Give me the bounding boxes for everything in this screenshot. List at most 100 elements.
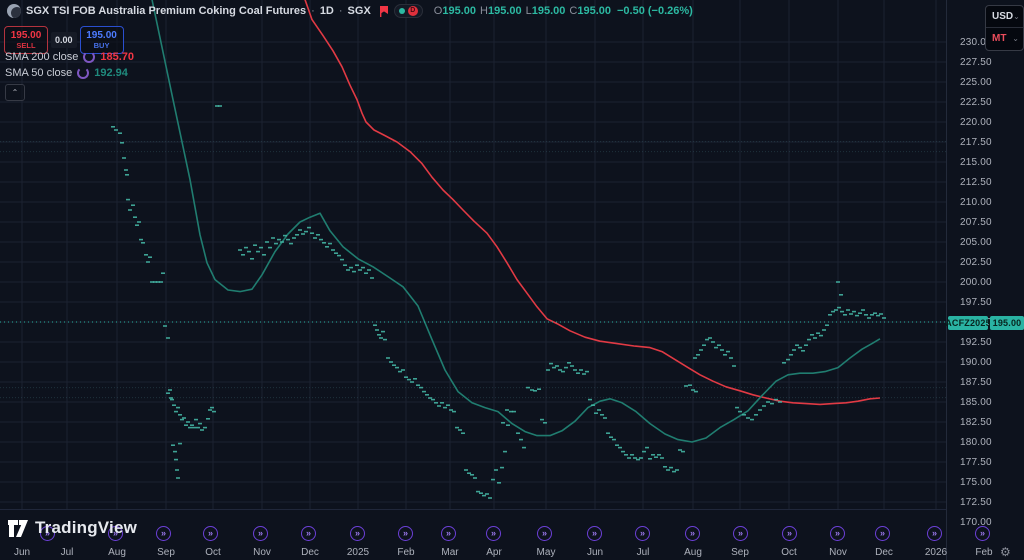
separator: · bbox=[339, 5, 343, 17]
buy-button[interactable]: 195.00 BUY bbox=[80, 26, 124, 54]
time-axis-label: Oct bbox=[205, 547, 221, 558]
symbol-title[interactable]: SGX TSI FOB Australia Premium Coking Coa… bbox=[26, 5, 306, 17]
chevron-down-icon: ⌄ bbox=[1013, 13, 1020, 21]
price-axis-label: 172.50 bbox=[960, 497, 1020, 508]
contract-roll-icon[interactable]: » bbox=[830, 526, 845, 541]
tradingview-logo[interactable]: TradingView bbox=[8, 518, 137, 538]
price-axis-label: 215.00 bbox=[960, 157, 1020, 168]
price-axis-label: 175.00 bbox=[960, 477, 1020, 488]
price-axis-label: 217.50 bbox=[960, 137, 1020, 148]
contract-roll-icon[interactable]: » bbox=[975, 526, 990, 541]
time-axis-label: Jul bbox=[637, 547, 650, 558]
time-axis-label: Nov bbox=[253, 547, 271, 558]
price-axis-label: 190.00 bbox=[960, 357, 1020, 368]
interval-label[interactable]: 1D bbox=[320, 5, 334, 17]
contract-roll-icon[interactable]: » bbox=[927, 526, 942, 541]
price-axis-label: 192.50 bbox=[960, 337, 1020, 348]
price-axis-label: 177.50 bbox=[960, 457, 1020, 468]
contract-roll-icon[interactable]: » bbox=[733, 526, 748, 541]
currency-selector[interactable]: USD ⌄ bbox=[986, 6, 1023, 28]
gear-icon[interactable]: ⚙ bbox=[1000, 545, 1011, 559]
time-axis-label: May bbox=[537, 547, 556, 558]
price-axis-border bbox=[946, 0, 947, 560]
time-axis-label: Jul bbox=[61, 547, 74, 558]
indicator-value: 192.94 bbox=[94, 67, 128, 79]
time-axis-label: Jun bbox=[14, 547, 30, 558]
time-axis-label: Feb bbox=[397, 547, 414, 558]
time-axis-label: Aug bbox=[108, 547, 126, 558]
live-status-icon bbox=[399, 8, 405, 14]
spread-value: 0.00 bbox=[51, 32, 77, 48]
time-axis-label: Aug bbox=[684, 547, 702, 558]
flag-icon[interactable] bbox=[379, 5, 389, 17]
price-axis-label: 212.50 bbox=[960, 177, 1020, 188]
ohlc-readout: O195.00 H195.00 L195.00 C195.00 −0.50 (−… bbox=[434, 5, 693, 17]
brand-name: TradingView bbox=[35, 518, 137, 538]
contract-roll-icon[interactable]: » bbox=[587, 526, 602, 541]
price-axis-label: 202.50 bbox=[960, 257, 1020, 268]
delayed-data-icon: D bbox=[408, 6, 418, 16]
time-axis-label: Jun bbox=[587, 547, 603, 558]
unit-selector: USD ⌄ MT ⌄ bbox=[985, 5, 1024, 51]
contract-roll-icon[interactable]: » bbox=[441, 526, 456, 541]
contract-roll-icon[interactable]: » bbox=[685, 526, 700, 541]
time-axis-border bbox=[0, 509, 946, 510]
loading-icon bbox=[83, 51, 95, 63]
tradingview-logo-icon bbox=[8, 519, 29, 538]
indicator-value: 185.70 bbox=[100, 51, 134, 63]
price-axis-label: 210.00 bbox=[960, 197, 1020, 208]
time-axis-label: Sep bbox=[731, 547, 749, 558]
price-axis-label: 225.00 bbox=[960, 77, 1020, 88]
unit-selector-row[interactable]: MT ⌄ bbox=[986, 28, 1023, 49]
time-axis-label: Mar bbox=[441, 547, 458, 558]
price-axis-label: 185.00 bbox=[960, 397, 1020, 408]
price-axis-label: 227.50 bbox=[960, 57, 1020, 68]
indicator-row-sma50[interactable]: SMA 50 close 192.94 bbox=[5, 67, 128, 79]
price-axis-label: 200.00 bbox=[960, 277, 1020, 288]
separator: · bbox=[311, 5, 315, 17]
current-price-tag: 195.00 bbox=[990, 316, 1024, 330]
price-axis-label: 222.50 bbox=[960, 97, 1020, 108]
exchange-label[interactable]: SGX bbox=[348, 5, 371, 17]
price-axis-label: 170.00 bbox=[960, 517, 1020, 528]
contract-roll-icon[interactable]: » bbox=[635, 526, 650, 541]
price-chart[interactable] bbox=[0, 0, 946, 545]
time-axis-label: Dec bbox=[875, 547, 893, 558]
contract-roll-icon[interactable]: » bbox=[875, 526, 890, 541]
price-axis-label: 205.00 bbox=[960, 237, 1020, 248]
contract-roll-icon[interactable]: » bbox=[253, 526, 268, 541]
contract-roll-icon[interactable]: » bbox=[782, 526, 797, 541]
price-axis-label: 187.50 bbox=[960, 377, 1020, 388]
symbol-header: SGX TSI FOB Australia Premium Coking Coa… bbox=[7, 4, 693, 18]
contract-roll-icon[interactable]: » bbox=[203, 526, 218, 541]
tradingview-chart-window: 230.00227.50225.00222.50220.00217.50215.… bbox=[0, 0, 1024, 560]
unit-label: MT bbox=[992, 33, 1006, 44]
time-axis-label: 2025 bbox=[347, 547, 369, 558]
time-axis-label: Apr bbox=[486, 547, 502, 558]
trade-panel: 195.00 SELL 0.00 195.00 BUY bbox=[4, 26, 124, 54]
price-axis-label: 207.50 bbox=[960, 217, 1020, 228]
contract-roll-icon[interactable]: » bbox=[398, 526, 413, 541]
contract-roll-icon[interactable]: » bbox=[301, 526, 316, 541]
time-axis-label: Sep bbox=[157, 547, 175, 558]
time-axis-label: Nov bbox=[829, 547, 847, 558]
loading-icon bbox=[77, 67, 89, 79]
time-axis-label: Dec bbox=[301, 547, 319, 558]
instrument-logo-icon bbox=[7, 4, 21, 18]
price-axis-label: 180.00 bbox=[960, 437, 1020, 448]
time-axis-label: 2026 bbox=[925, 547, 947, 558]
contract-roll-icon[interactable]: » bbox=[350, 526, 365, 541]
indicator-row-sma200[interactable]: SMA 200 close 185.70 bbox=[5, 51, 134, 63]
market-status-badge[interactable]: D bbox=[394, 4, 423, 18]
price-axis-label: 182.50 bbox=[960, 417, 1020, 428]
sell-button[interactable]: 195.00 SELL bbox=[4, 26, 48, 54]
contract-tag: ACFZ2025 bbox=[948, 316, 988, 330]
time-axis-label: Oct bbox=[781, 547, 797, 558]
contract-roll-icon[interactable]: » bbox=[156, 526, 171, 541]
price-axis-label: 220.00 bbox=[960, 117, 1020, 128]
contract-roll-icon[interactable]: » bbox=[537, 526, 552, 541]
currency-label: USD bbox=[992, 11, 1013, 22]
contract-roll-icon[interactable]: » bbox=[486, 526, 501, 541]
collapse-legend-button[interactable]: ⌃ bbox=[5, 84, 25, 101]
time-axis-label: Feb bbox=[975, 547, 992, 558]
